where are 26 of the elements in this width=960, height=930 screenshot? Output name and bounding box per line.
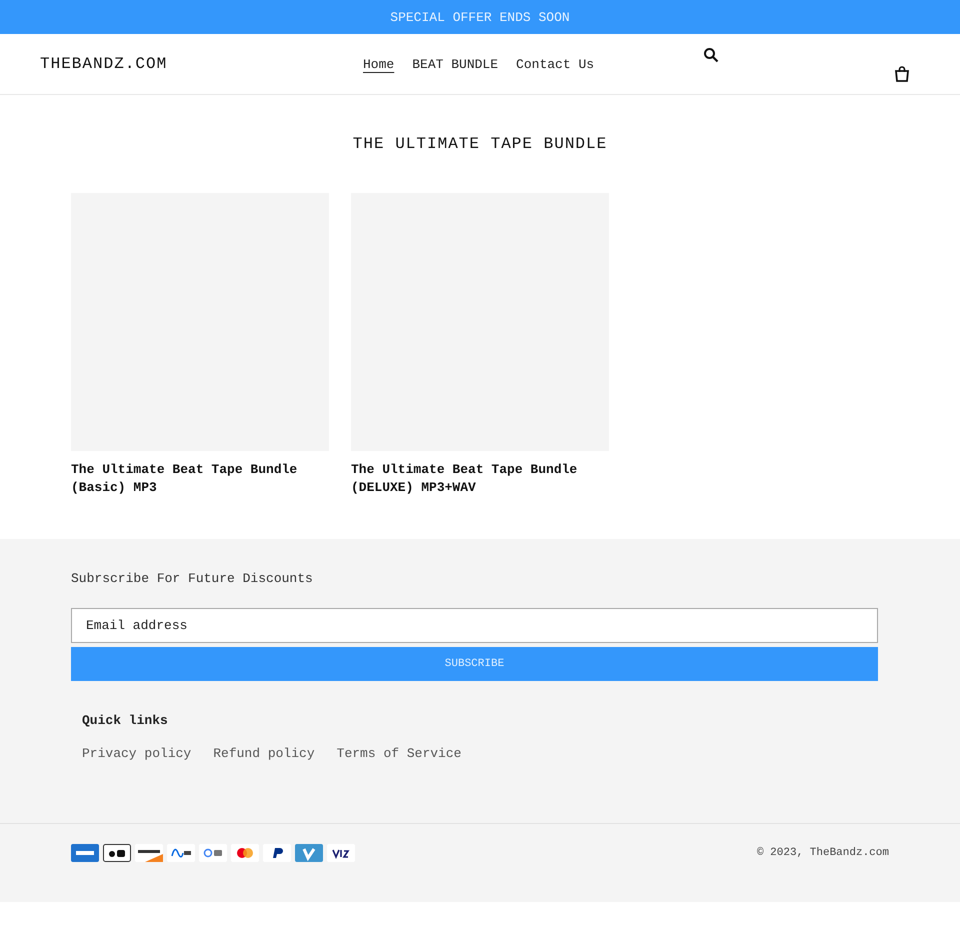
- product-title[interactable]: The Ultimate Beat Tape Bundle (Basic) MP3: [71, 461, 329, 497]
- payment-card-icon: [103, 844, 131, 862]
- product-title[interactable]: The Ultimate Beat Tape Bundle (DELUXE) MP3+WAV: [351, 461, 609, 497]
- nav-link[interactable]: BEAT BUNDLE: [412, 52, 498, 76]
- email-field[interactable]: Email address: [71, 608, 878, 643]
- nav-link[interactable]: Contact Us: [516, 52, 594, 76]
- shopping-bag-icon[interactable]: [894, 66, 910, 82]
- collection-title: THE ULTIMATE TAPE BUNDLE: [352, 135, 608, 153]
- site-logo[interactable]: THEBANDZ.COM: [40, 55, 360, 73]
- payment-card-icon: [263, 844, 291, 862]
- footer-link[interactable]: Terms of Service: [336, 746, 462, 761]
- quick-links-heading: Quick links: [82, 713, 169, 728]
- newsletter-heading: Subrscribe For Future Discounts: [71, 571, 314, 586]
- nav-link[interactable]: Home: [363, 52, 394, 76]
- payment-card-icon: [199, 844, 227, 862]
- footer-link[interactable]: Privacy policy: [82, 746, 192, 761]
- search-icon[interactable]: [703, 47, 719, 63]
- payment-card-icon: [167, 844, 195, 862]
- footer-link[interactable]: Refund policy: [213, 746, 315, 761]
- payment-card-icon: [71, 844, 99, 862]
- copyright-text: © 2023, TheBandz.com: [756, 847, 889, 859]
- payment-card-icon: [327, 844, 355, 862]
- announcement-bar: SPECIAL OFFER ENDS SOON: [0, 0, 960, 34]
- payment-card-icon: [231, 844, 259, 862]
- payment-card-icon: [295, 844, 323, 862]
- payment-card-icon: [135, 844, 163, 862]
